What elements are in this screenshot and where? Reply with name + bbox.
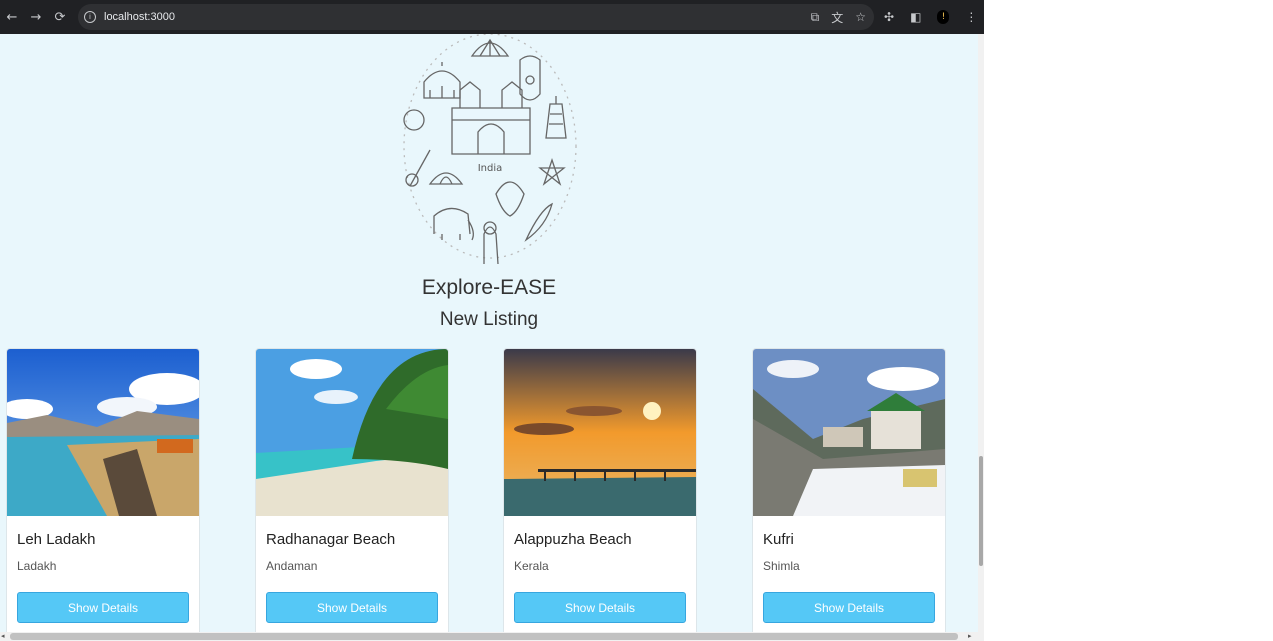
site-info-icon[interactable]: i	[84, 11, 96, 23]
listing-image-radhanagar-beach[interactable]	[256, 349, 448, 516]
horizontal-scrollbar-thumb[interactable]	[10, 633, 958, 640]
show-details-button[interactable]: Show Details	[266, 592, 438, 623]
listing-location: Shimla	[763, 559, 800, 573]
listing-name: Radhanagar Beach	[266, 531, 396, 548]
listing-image-leh-ladakh[interactable]	[7, 349, 199, 516]
listing-image-kufri[interactable]	[753, 349, 945, 516]
listing-location: Kerala	[514, 559, 549, 573]
horizontal-scrollbar[interactable]: ◂ ▸	[0, 632, 984, 641]
browser-toolbar: ← → ⟳ i localhost:3000 ⧉ 文 ☆ ✣ ◧ ! ⋮	[0, 0, 984, 34]
vertical-scrollbar[interactable]	[978, 34, 984, 632]
address-bar[interactable]: i localhost:3000 ⧉ 文 ☆	[78, 4, 874, 30]
reload-icon[interactable]: ⟳	[48, 0, 72, 34]
profile-avatar-icon[interactable]: !	[937, 10, 950, 24]
section-heading: New Listing	[439, 309, 539, 330]
bookmark-star-icon[interactable]: ☆	[855, 10, 866, 24]
scroll-left-icon[interactable]: ◂	[1, 632, 5, 641]
listing-location: Andaman	[266, 559, 318, 573]
vertical-scrollbar-thumb[interactable]	[979, 456, 983, 566]
listing-card[interactable]: Alappuzha Beach Kerala Show Details	[503, 348, 697, 640]
logo-label: India	[478, 163, 503, 174]
listing-image-alappuzha-beach[interactable]	[504, 349, 696, 516]
browser-window: ← → ⟳ i localhost:3000 ⧉ 文 ☆ ✣ ◧ ! ⋮ Ind…	[0, 0, 984, 641]
install-app-icon[interactable]: ⧉	[811, 10, 820, 25]
scroll-right-icon[interactable]: ▸	[968, 632, 972, 641]
url-text[interactable]: localhost:3000	[104, 11, 175, 23]
india-logo: India	[403, 34, 577, 265]
listing-name: Kufri	[763, 531, 794, 548]
listing-name: Alappuzha Beach	[514, 531, 632, 548]
back-icon[interactable]: ←	[0, 0, 24, 34]
show-details-button[interactable]: Show Details	[763, 592, 935, 623]
page-content: India Explore-EASE New Listing Leh Ladak…	[0, 34, 978, 640]
extensions-icon[interactable]: ✣	[884, 10, 894, 24]
show-details-button[interactable]: Show Details	[514, 592, 686, 623]
translate-icon[interactable]: 文	[831, 9, 843, 26]
listing-card[interactable]: Radhanagar Beach Andaman Show Details	[255, 348, 449, 640]
listing-card[interactable]: Leh Ladakh Ladakh Show Details	[6, 348, 200, 640]
listing-location: Ladakh	[17, 559, 57, 573]
listing-name: Leh Ladakh	[17, 531, 96, 548]
site-title: Explore-EASE	[421, 276, 557, 299]
side-panel-icon[interactable]: ◧	[910, 10, 921, 24]
listing-card[interactable]: Kufri Shimla Show Details	[752, 348, 946, 640]
show-details-button[interactable]: Show Details	[17, 592, 189, 623]
menu-kebab-icon[interactable]: ⋮	[965, 10, 977, 24]
forward-icon[interactable]: →	[24, 0, 48, 34]
